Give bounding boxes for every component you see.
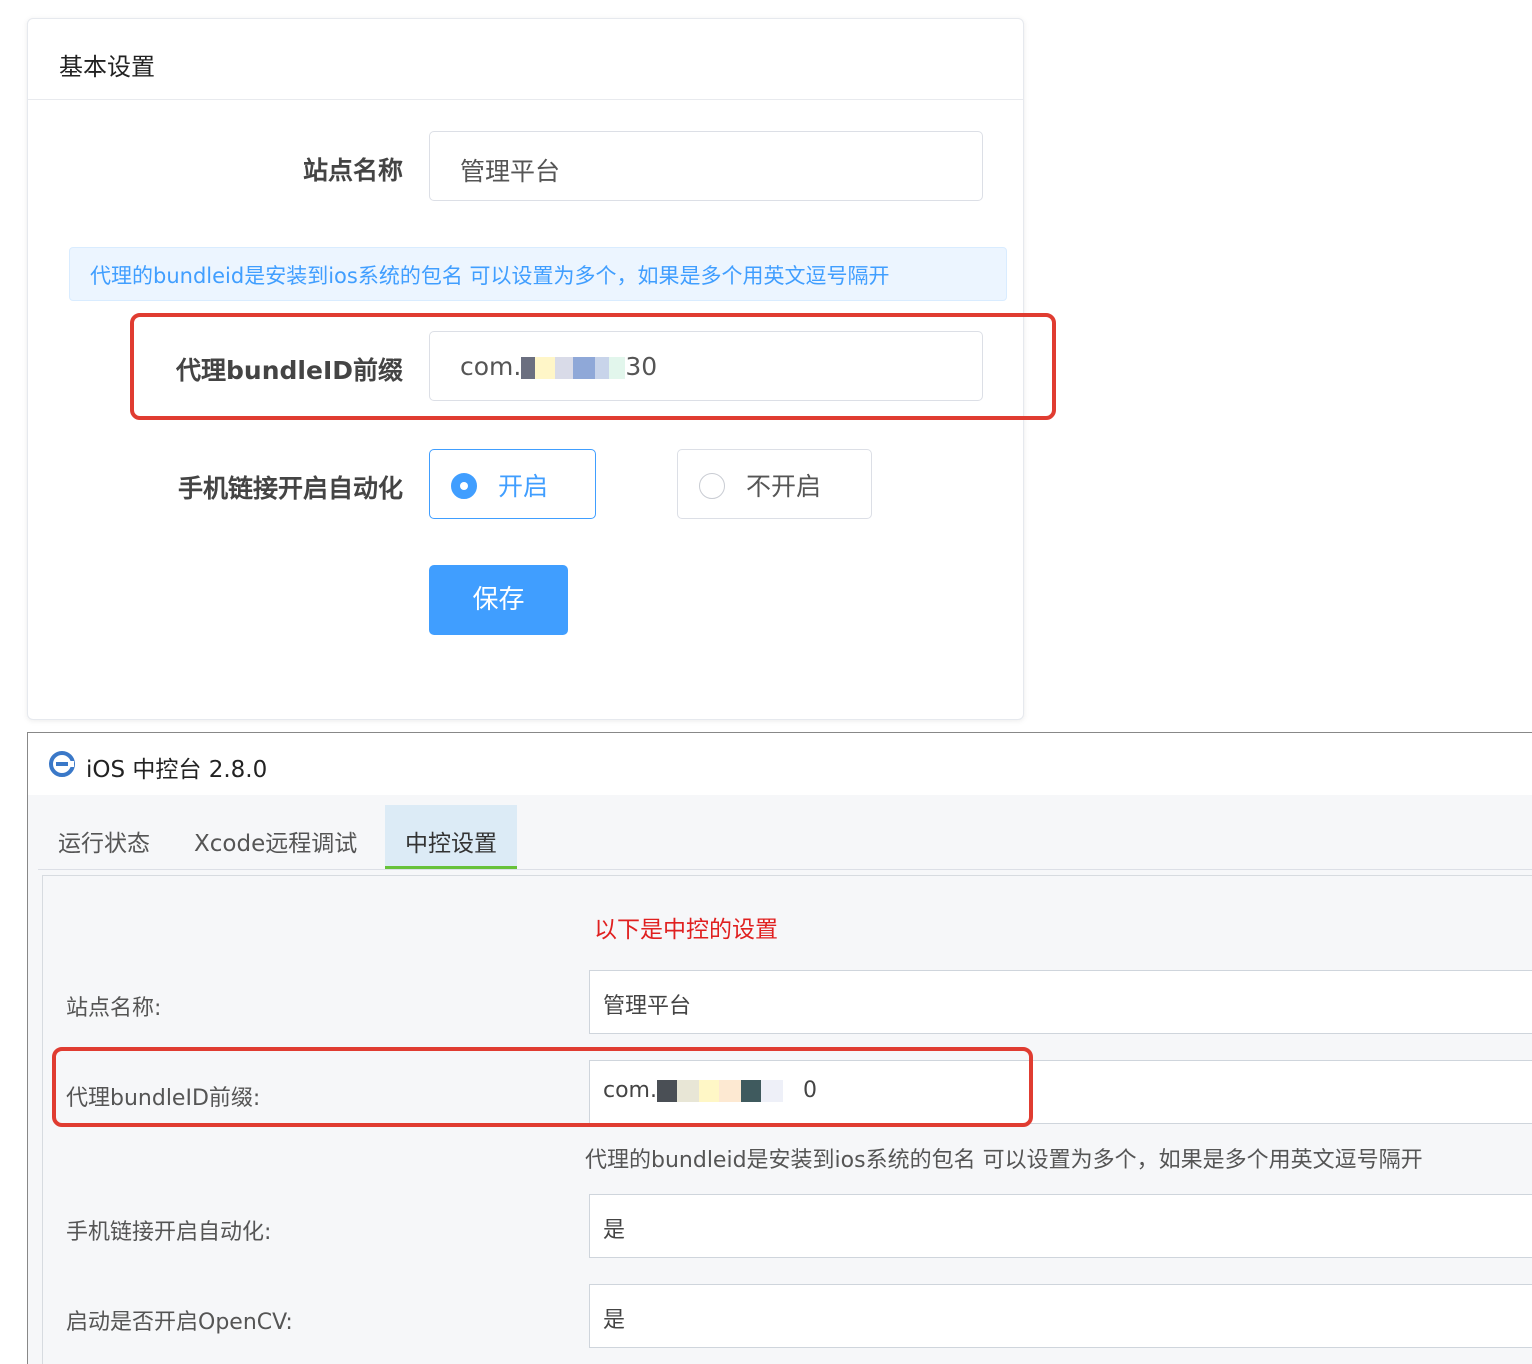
app-site-name-input[interactable]: 管理平台 <box>589 970 1532 1034</box>
app-opencv-select[interactable]: 是 <box>589 1284 1532 1348</box>
app-automation-select[interactable]: 是 <box>589 1194 1532 1258</box>
tab-run-status[interactable]: 运行状态 <box>58 805 150 869</box>
section-title: 以下是中控的设置 <box>594 917 778 943</box>
window-titlebar: iOS 中控台 2.8.0 <box>28 733 1532 795</box>
radio-disable-label: 不开启 <box>746 472 822 501</box>
radio-enable[interactable]: 开启 <box>429 449 596 519</box>
window-title: iOS 中控台 2.8.0 <box>86 757 268 783</box>
bundle-hint-text: 代理的bundleid是安装到ios系统的包名 可以设置为多个，如果是多个用英文… <box>585 1148 1423 1173</box>
app-site-name-label: 站点名称: <box>66 996 162 1021</box>
site-name-input[interactable]: 管理平台 <box>429 131 983 201</box>
radio-unchecked-icon <box>699 473 725 499</box>
radio-checked-icon <box>451 473 477 499</box>
app-logo-icon <box>49 751 75 777</box>
bundle-info-alert: 代理的bundleid是安装到ios系统的包名 可以设置为多个，如果是多个用英文… <box>69 247 1007 301</box>
card-header: 基本设置 <box>28 19 1023 100</box>
tab-xcode-debug[interactable]: Xcode远程调试 <box>194 805 357 869</box>
highlight-box <box>52 1047 1033 1127</box>
highlight-box <box>130 313 1056 420</box>
automation-label: 手机链接开启自动化 <box>177 474 403 503</box>
tab-bar: 运行状态 Xcode远程调试 中控设置 <box>38 795 1532 870</box>
app-automation-label: 手机链接开启自动化: <box>66 1220 272 1245</box>
radio-disable[interactable]: 不开启 <box>677 449 872 519</box>
app-opencv-label: 启动是否开启OpenCV: <box>66 1310 293 1335</box>
site-name-label: 站点名称 <box>302 156 403 185</box>
card-title: 基本设置 <box>59 53 155 81</box>
save-button[interactable]: 保存 <box>429 565 568 635</box>
radio-enable-label: 开启 <box>498 472 549 501</box>
tab-control-settings[interactable]: 中控设置 <box>385 805 517 869</box>
